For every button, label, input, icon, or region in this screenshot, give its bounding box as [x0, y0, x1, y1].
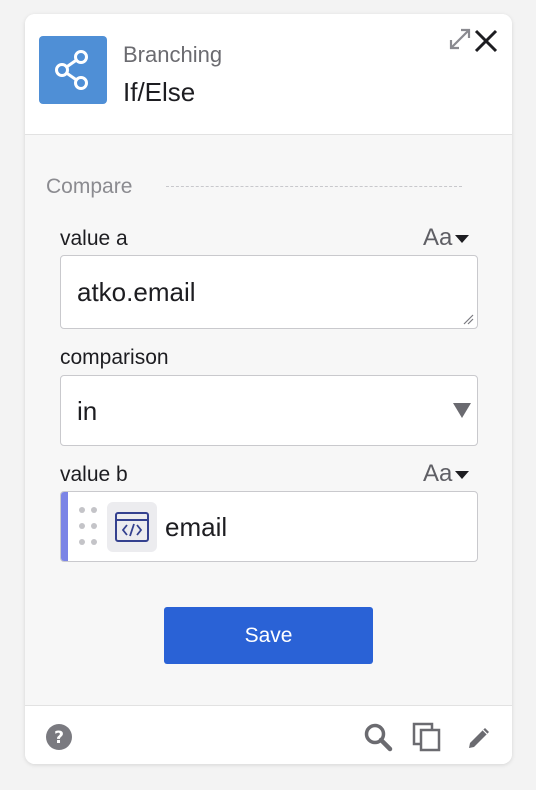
flow-card: Branching If/Else Compare value a Aa atk… — [25, 14, 512, 764]
help-icon[interactable]: ? — [44, 722, 74, 752]
svg-text:?: ? — [54, 728, 64, 748]
edit-icon[interactable] — [464, 722, 494, 752]
value-b-type-toggle[interactable]: Aa — [423, 460, 470, 488]
resize-handle-icon[interactable] — [462, 313, 474, 325]
comparison-select[interactable]: in — [60, 375, 478, 446]
close-icon[interactable] — [471, 26, 501, 56]
header-subtitle: Branching — [123, 42, 223, 67]
value-a-text: atko.email — [77, 277, 196, 307]
comparison-value: in — [77, 396, 98, 426]
value-a-label: value a — [60, 227, 128, 250]
card-footer: ? — [25, 705, 512, 764]
caret-down-icon — [455, 470, 470, 479]
type-toggle-label: Aa — [423, 224, 453, 251]
share-icon — [55, 50, 88, 90]
type-toggle-label: Aa — [423, 460, 453, 487]
dropdown-arrow-icon — [453, 403, 471, 418]
value-a-input[interactable]: atko.email — [60, 255, 478, 329]
app-icon — [39, 36, 107, 104]
copy-icon[interactable] — [412, 722, 442, 752]
token-label: email — [165, 512, 228, 542]
value-a-type-toggle[interactable]: Aa — [423, 224, 470, 252]
token-icon — [107, 502, 157, 552]
comparison-label: comparison — [60, 346, 169, 369]
search-icon[interactable] — [363, 722, 393, 752]
value-b-label: value b — [60, 463, 128, 486]
card-header: Branching If/Else — [25, 14, 512, 135]
code-icon — [115, 512, 149, 542]
field-accent-bar — [61, 492, 68, 561]
drag-handle-icon[interactable] — [79, 505, 99, 547]
save-button[interactable]: Save — [164, 607, 373, 664]
section-divider — [166, 186, 462, 187]
value-b-input[interactable]: email — [60, 491, 478, 562]
section-label: Compare — [46, 175, 133, 198]
caret-down-icon — [455, 234, 470, 243]
card-body: Compare value a Aa atko.email comparison… — [25, 135, 512, 705]
expand-icon[interactable] — [447, 26, 473, 52]
header-title: If/Else — [123, 77, 196, 107]
